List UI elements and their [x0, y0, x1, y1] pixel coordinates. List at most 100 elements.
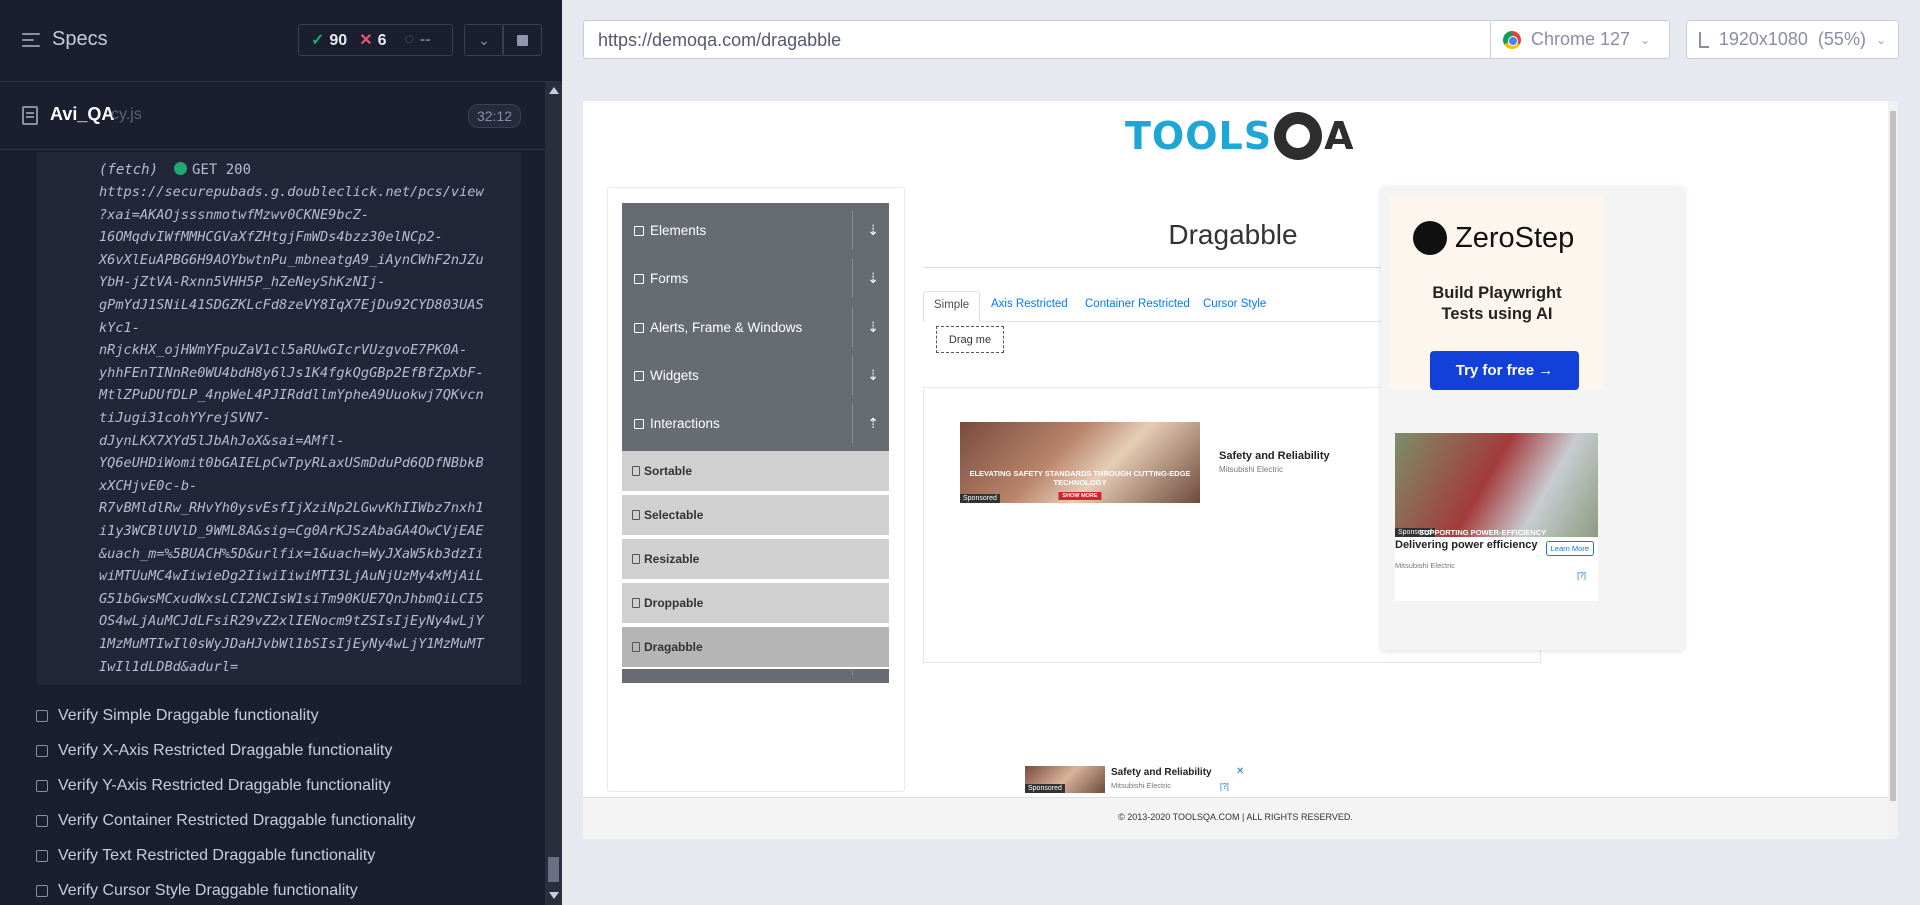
tab-item[interactable]: Axis Restricted [981, 291, 1078, 322]
spec-name: Avi_QA [50, 104, 115, 124]
menu-group-header[interactable]: Widgets ⇣ [622, 348, 889, 403]
checkbox-icon [36, 885, 48, 897]
tab-item[interactable]: Container Restricted [1075, 291, 1200, 322]
test-item[interactable]: Verify X-Axis Restricted Draggable funct… [36, 742, 392, 760]
pending-count: -- [420, 31, 431, 48]
menu-group-header[interactable]: Alerts, Frame & Windows ⇣ [622, 300, 889, 355]
menu-group-label: Elements [650, 223, 707, 238]
zerostep-logo-icon [1413, 221, 1447, 255]
document-icon [632, 598, 640, 608]
browser-preview: https://demoqa.com/dragabble Chrome 127 … [562, 0, 1920, 905]
zerostep-name: ZeroStep [1455, 221, 1575, 254]
close-icon[interactable]: ✕ [1236, 766, 1244, 777]
viewport-selector[interactable]: 1920x1080 (55%) ⌄ [1686, 20, 1899, 59]
zerostep-logo: ZeroStep [1413, 221, 1574, 255]
menu-item-label: Selectable [644, 508, 704, 522]
specs-toggle[interactable]: Specs [22, 28, 108, 51]
zerostep-ad[interactable]: ZeroStep Build Playwright Tests using AI… [1389, 197, 1605, 390]
log-url-line: G51bGwsMCxudWxsLCI2NCIsW1siTm90KUE7QnJhb… [99, 590, 484, 607]
viewport-label: 1920x1080 [1718, 29, 1808, 49]
menu-group-header[interactable]: Interactions ⇡ [622, 396, 889, 451]
collapse-icon[interactable]: ⇡ [867, 415, 879, 432]
file-icon [22, 106, 38, 125]
browser-selector[interactable]: Chrome 127 ⌄ [1490, 20, 1670, 59]
test-title: Verify Y-Axis Restricted Draggable funct… [58, 777, 391, 794]
menu-item[interactable]: Sortable [622, 451, 889, 493]
chevron-down-icon: ⌄ [1875, 32, 1886, 47]
menu-item[interactable]: Dragabble [622, 627, 889, 669]
expand-icon[interactable]: ⇣ [867, 319, 879, 336]
ad-advertiser: Mitsubishi Electric [1395, 561, 1456, 570]
test-item[interactable]: Verify Y-Axis Restricted Draggable funct… [36, 777, 391, 795]
aut-scroll-thumb[interactable] [1890, 111, 1896, 801]
menu-group-label: Alerts, Frame & Windows [650, 320, 803, 335]
log-method: GET 200 [192, 162, 252, 178]
tab-item[interactable]: Cursor Style [1193, 291, 1276, 322]
test-item[interactable]: Verify Text Restricted Draggable functio… [36, 847, 375, 865]
zerostep-headline: Build Playwright Tests using AI [1432, 284, 1562, 323]
test-item[interactable]: Verify Simple Draggable functionality [36, 707, 319, 725]
test-title: Verify Cursor Style Draggable functional… [58, 882, 358, 899]
log-url-line: R7vBMldlRw_RHvYh0ysvEsfIjXziNp2LGwvKhIIW… [99, 500, 484, 517]
adchoices-icon[interactable]: [?] [1220, 782, 1229, 791]
menu-group-label: Forms [650, 271, 689, 286]
menu-divider [852, 259, 853, 298]
learn-more-button[interactable]: Learn More [1545, 541, 1594, 556]
log-url-line: nRjckHX_ojHWmYFpuZaV1cl5aRUwGIcrVUzgvoE7… [99, 342, 468, 359]
scroll-thumb[interactable] [548, 857, 559, 882]
power-efficiency-ad[interactable]: Sponsored SUPPORTING POWER-EFFICIENCY De… [1395, 433, 1598, 601]
document-icon [632, 466, 640, 476]
menu-item[interactable]: Droppable [622, 583, 889, 625]
pending-icon: ◌ [404, 31, 415, 48]
ad-image[interactable]: ELEVATING SAFETY STANDARDS THROUGH CUTTI… [960, 422, 1200, 503]
stop-button[interactable] [502, 24, 542, 56]
document-icon [632, 642, 640, 652]
try-free-button[interactable]: Try for free → [1430, 351, 1579, 390]
zoom-label: (55%) [1817, 29, 1866, 49]
test-title: Verify Text Restricted Draggable functio… [58, 847, 376, 864]
ruler-icon [1699, 31, 1709, 48]
expand-icon[interactable]: ⇣ [867, 270, 879, 287]
ad-thumbnail[interactable]: Sponsored [1025, 766, 1105, 793]
ad-caption: SUPPORTING POWER-EFFICIENCY [1419, 528, 1547, 537]
browser-label: Chrome 127 [1531, 29, 1631, 49]
checkbox-icon [36, 815, 48, 827]
test-item[interactable]: Verify Container Restricted Draggable fu… [36, 812, 416, 830]
spec-file-row[interactable]: Avi_QA cy.js 32:12 [0, 82, 545, 150]
menu-item[interactable]: Resizable [622, 539, 889, 581]
ad-title[interactable]: Safety and Reliability [1219, 450, 1330, 462]
chevron-down-button[interactable]: ⌄ [464, 24, 504, 56]
log-url-line: YbH-jZtVA-Rxnn5VHH5P_hZeNeyShKzNIj- [99, 274, 386, 291]
bottom-sticky-ad[interactable]: Sponsored Safety and Reliability Mitsubi… [1025, 766, 1249, 793]
drag-me-box[interactable]: Drag me [936, 326, 1004, 353]
gear-icon [1274, 112, 1323, 160]
scroll-down-icon[interactable] [549, 892, 559, 899]
side-menu: Elements ⇣ Forms ⇣ Alerts, Frame & Windows ⇣ W… [607, 187, 905, 792]
ad-advertiser: Mitsubishi Electric [1219, 465, 1284, 474]
aut-scrollbar[interactable] [1888, 101, 1898, 839]
menu-group-header[interactable]: Forms ⇣ [622, 251, 889, 306]
scroll-up-icon[interactable] [549, 87, 559, 94]
menu-item[interactable]: Selectable [622, 495, 889, 537]
test-item[interactable]: Verify Cursor Style Draggable functional… [36, 882, 358, 900]
spec-extension: cy.js [111, 106, 142, 123]
toolsqa-logo[interactable]: TOOLS A [1125, 111, 1354, 161]
ad-caption: ELEVATING SAFETY STANDARDS THROUGH CUTTI… [969, 469, 1191, 487]
show-more-button[interactable]: SHOW MORE [1058, 492, 1102, 500]
expand-icon[interactable]: ⇣ [867, 367, 879, 384]
ad-title[interactable]: Delivering power efficiency [1395, 539, 1537, 551]
chevron-down-icon: ⌄ [478, 31, 490, 48]
checkbox-icon [36, 710, 48, 722]
ad-title[interactable]: Safety and Reliability [1111, 767, 1212, 778]
runner-scrollbar[interactable] [545, 82, 562, 905]
url-bar[interactable]: https://demoqa.com/dragabble [583, 20, 1493, 59]
tab-item[interactable]: Simple [923, 291, 981, 322]
ad-image[interactable]: Sponsored SUPPORTING POWER-EFFICIENCY [1395, 433, 1598, 537]
adchoices-icon[interactable]: [?] [1577, 571, 1586, 580]
log-url-line: &uach_m=%5BUACH%5D&urlfix=1&uach=WyJXaW5… [99, 545, 484, 562]
log-url-line: wiMTUuMC4wIiwieDg2IiwiIiwiMTI3LjAuNjUzMy… [99, 568, 484, 585]
window-icon [634, 322, 644, 333]
log-url-line: OS4wLjAuMCJdLFsiR29vZ2xlIENocm9tZSIsIjEy… [99, 613, 484, 630]
menu-group-header[interactable]: Elements ⇣ [622, 203, 889, 258]
expand-icon[interactable]: ⇣ [867, 222, 879, 239]
